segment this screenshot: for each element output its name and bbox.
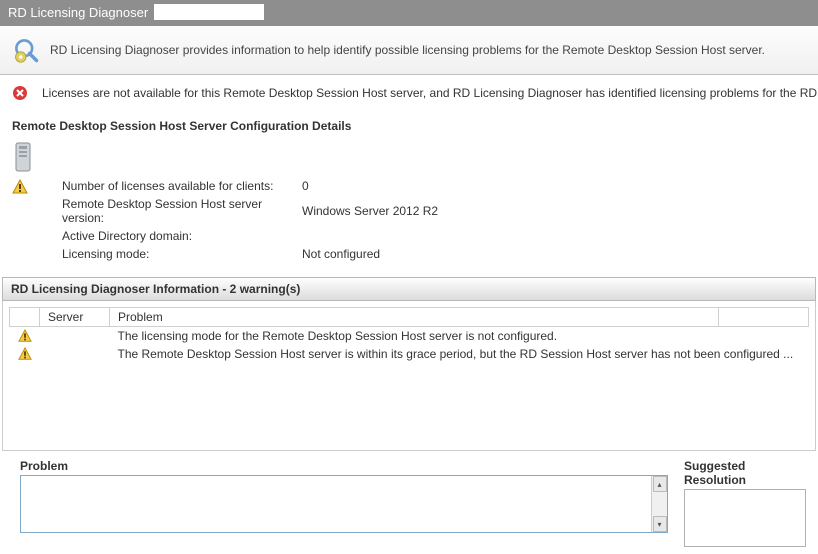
licenses-label: Number of licenses available for clients… bbox=[62, 179, 302, 193]
mode-value: Not configured bbox=[302, 247, 438, 261]
scrollbar[interactable]: ▴ ▾ bbox=[651, 476, 667, 532]
warning-icon bbox=[12, 179, 28, 195]
error-icon bbox=[12, 85, 28, 101]
server-icon bbox=[12, 141, 806, 173]
window-title-redacted bbox=[154, 4, 264, 20]
mode-label: Licensing mode: bbox=[62, 247, 302, 261]
table-row[interactable]: The Remote Desktop Session Host server i… bbox=[10, 345, 809, 363]
version-value: Windows Server 2012 R2 bbox=[302, 204, 438, 218]
col-server[interactable]: Server bbox=[40, 308, 110, 327]
problem-label: Problem bbox=[20, 459, 668, 473]
col-spacer[interactable] bbox=[719, 308, 809, 327]
suggested-resolution-textbox[interactable] bbox=[684, 489, 806, 547]
row-problem: The licensing mode for the Remote Deskto… bbox=[110, 327, 809, 346]
table-row[interactable]: The licensing mode for the Remote Deskto… bbox=[10, 327, 809, 346]
suggested-resolution-panel: Suggested Resolution bbox=[684, 459, 806, 547]
error-summary-text: Licenses are not available for this Remo… bbox=[42, 86, 818, 100]
scroll-up-button[interactable]: ▴ bbox=[653, 476, 667, 492]
info-banner: RD Licensing Diagnoser provides informat… bbox=[0, 26, 818, 75]
window-titlebar: RD Licensing Diagnoser bbox=[0, 0, 818, 26]
warning-icon bbox=[18, 347, 32, 361]
row-problem: The Remote Desktop Session Host server i… bbox=[110, 345, 809, 363]
config-heading: Remote Desktop Session Host Server Confi… bbox=[0, 109, 818, 139]
row-server bbox=[40, 345, 110, 363]
col-problem[interactable]: Problem bbox=[110, 308, 719, 327]
problem-panel: Problem ▴ ▾ bbox=[20, 459, 668, 547]
col-icon[interactable] bbox=[10, 308, 40, 327]
suggested-resolution-label: Suggested Resolution bbox=[684, 459, 806, 487]
row-server bbox=[40, 327, 110, 346]
diagnoser-icon bbox=[12, 36, 40, 64]
window-title: RD Licensing Diagnoser bbox=[8, 5, 148, 20]
info-banner-text: RD Licensing Diagnoser provides informat… bbox=[50, 43, 806, 57]
detail-panels: Problem ▴ ▾ Suggested Resolution bbox=[0, 451, 818, 547]
warnings-body: Server Problem The licensing mo bbox=[2, 301, 816, 451]
warnings-table[interactable]: Server Problem The licensing mo bbox=[9, 307, 809, 363]
licenses-value: 0 bbox=[302, 179, 438, 193]
error-summary-row: Licenses are not available for this Remo… bbox=[0, 75, 818, 109]
domain-label: Active Directory domain: bbox=[62, 229, 302, 243]
warning-icon bbox=[18, 329, 32, 343]
config-details: Number of licenses available for clients… bbox=[0, 139, 818, 273]
warnings-header: RD Licensing Diagnoser Information - 2 w… bbox=[2, 277, 816, 301]
problem-textbox[interactable]: ▴ ▾ bbox=[20, 475, 668, 533]
scroll-down-button[interactable]: ▾ bbox=[653, 516, 667, 532]
version-label: Remote Desktop Session Host server versi… bbox=[62, 197, 302, 225]
